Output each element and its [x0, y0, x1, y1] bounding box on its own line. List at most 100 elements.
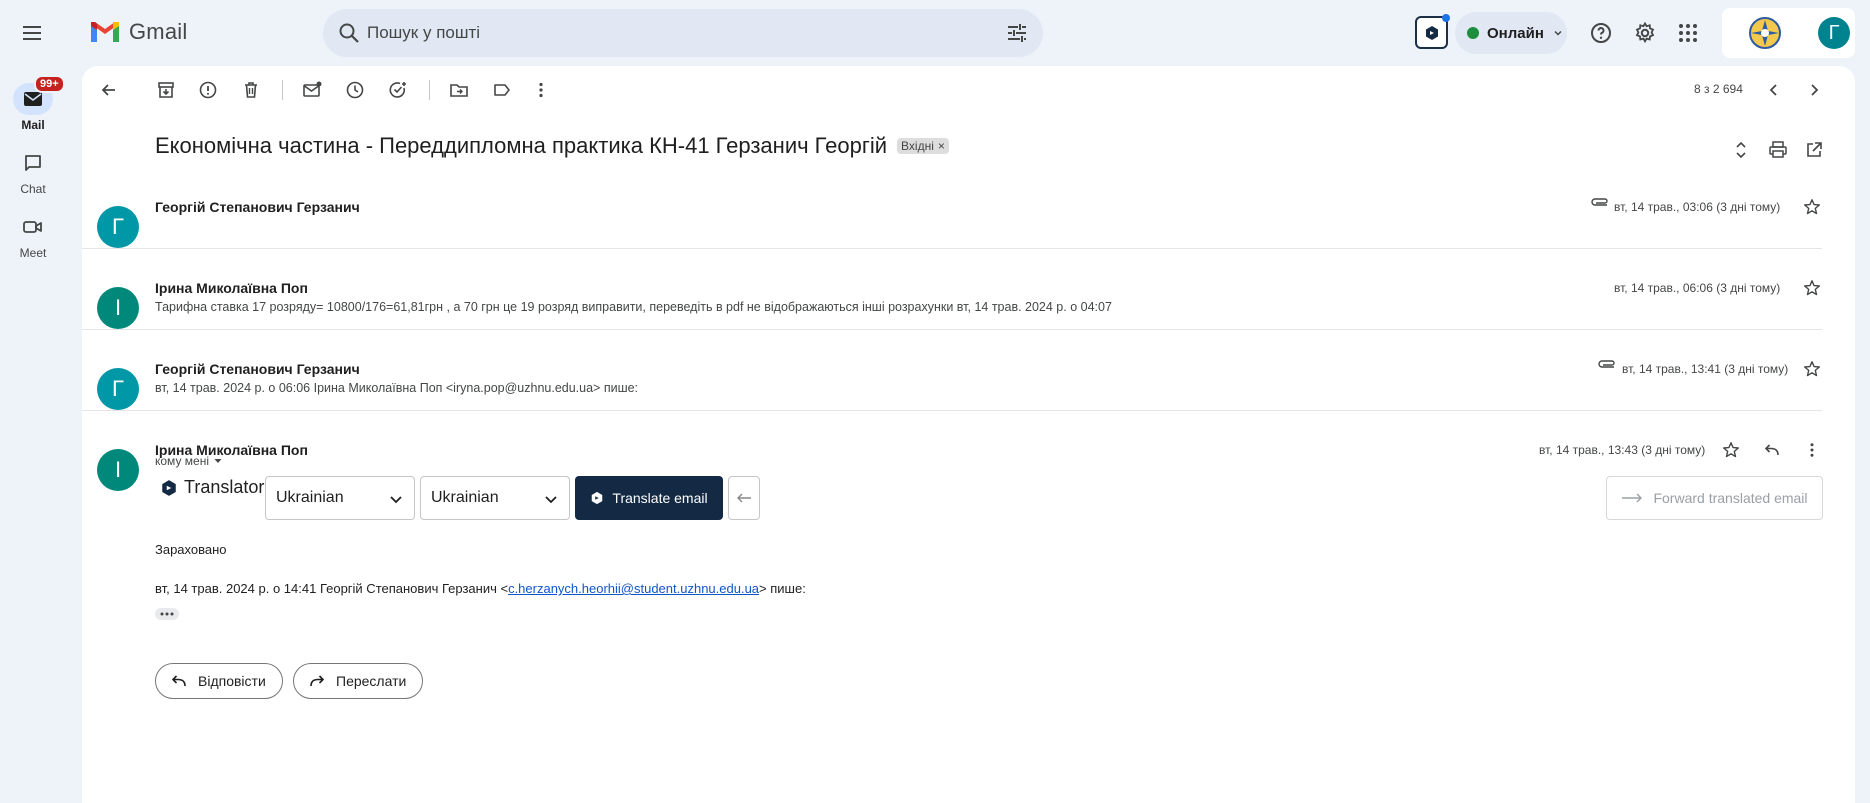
- show-trimmed-content-button[interactable]: [155, 608, 179, 620]
- newer-button[interactable]: [1758, 74, 1790, 106]
- message-more-button[interactable]: [1800, 438, 1824, 462]
- labels-button[interactable]: [486, 74, 518, 106]
- chat-icon: [25, 155, 41, 171]
- notification-dot: [1442, 14, 1450, 22]
- toolbar-divider: [429, 80, 430, 100]
- forward-translated-email-button[interactable]: Forward translated email: [1606, 476, 1823, 520]
- translator-hex-icon: [592, 491, 603, 505]
- trash-icon: [245, 82, 257, 98]
- attachment-icon: [1598, 360, 1615, 368]
- star-button[interactable]: [1800, 195, 1824, 219]
- reply-icon: [1764, 444, 1779, 456]
- clock-icon: [346, 81, 364, 99]
- top-bar: Gmail Онлайн Г: [0, 0, 1870, 66]
- message-divider: [82, 410, 1822, 411]
- university-logo: [1749, 17, 1781, 49]
- message-collapsed[interactable]: Г Георгій Степанович Герзанич вт, 14 тра…: [82, 346, 1855, 426]
- mark-unread-icon: [303, 81, 322, 97]
- message-date: вт, 14 трав., 13:43 (3 дні тому): [1539, 443, 1706, 457]
- reply-button[interactable]: Відповісти: [155, 663, 283, 699]
- back-to-inbox-button[interactable]: [93, 74, 125, 106]
- chevron-down-icon: [545, 496, 557, 504]
- add-to-tasks-button[interactable]: [382, 74, 414, 106]
- report-spam-button[interactable]: [192, 74, 224, 106]
- message-collapsed[interactable]: І Ірина Миколаївна Поп Тарифна ставка 17…: [82, 266, 1855, 346]
- print-all-button[interactable]: [1764, 136, 1792, 164]
- older-button[interactable]: [1798, 74, 1830, 106]
- rail-item-mail[interactable]: 99+ Mail: [0, 75, 66, 132]
- archive-icon: [158, 82, 174, 98]
- inbox-label-chip[interactable]: Вхідні ×: [897, 138, 949, 154]
- message-collapsed[interactable]: Г Георгій Степанович Герзанич вт, 14 тра…: [82, 186, 1855, 266]
- quoted-header: вт, 14 трав. 2024 р. о 14:41 Георгій Сте…: [155, 581, 806, 596]
- revert-translation-button[interactable]: [728, 476, 760, 520]
- video-camera-icon: [23, 221, 42, 233]
- status-dropdown[interactable]: Онлайн: [1455, 12, 1567, 54]
- forward-translated-label: Forward translated email: [1653, 490, 1808, 506]
- search-bar: [323, 9, 1043, 57]
- reply-icon-button[interactable]: [1760, 438, 1784, 462]
- settings-button[interactable]: [1629, 17, 1661, 49]
- thread-subject: Економічна частина - Переддипломна практ…: [155, 133, 888, 158]
- help-icon: [1591, 23, 1611, 43]
- recipient-details-toggle[interactable]: кому мені: [155, 454, 223, 468]
- sender-avatar: І: [97, 449, 139, 491]
- move-folder-icon: [450, 84, 468, 97]
- label-icon: [494, 84, 510, 96]
- move-to-button[interactable]: [443, 74, 475, 106]
- star-button[interactable]: [1800, 276, 1824, 300]
- sender-email-link[interactable]: c.herzanych.heorhii@student.uzhnu.edu.ua: [508, 581, 759, 596]
- delete-button[interactable]: [235, 74, 267, 106]
- rail-item-meet[interactable]: Meet: [0, 211, 66, 260]
- more-actions-button[interactable]: [525, 74, 557, 106]
- sender-name: Георгій Степанович Герзанич: [155, 199, 360, 215]
- forward-icon: [310, 675, 325, 687]
- translate-email-button[interactable]: Translate email: [575, 476, 723, 520]
- chat-pill: [13, 147, 53, 179]
- snooze-button[interactable]: [339, 74, 371, 106]
- forward-button[interactable]: Переслати: [293, 663, 424, 699]
- message-body: Зараховано: [155, 542, 227, 557]
- chevron-down-icon: [390, 496, 402, 504]
- search-icon[interactable]: [337, 21, 361, 45]
- toolbar-divider: [282, 80, 283, 100]
- quote-suffix: > пише:: [759, 581, 806, 596]
- remove-label-icon[interactable]: ×: [938, 139, 945, 153]
- open-new-window-button[interactable]: [1800, 136, 1828, 164]
- account-switcher[interactable]: Г: [1722, 8, 1855, 58]
- help-button[interactable]: [1585, 17, 1617, 49]
- pagination-text: 8 з 2 694: [1694, 82, 1743, 96]
- message-date: вт, 14 трав., 13:41 (3 дні тому): [1622, 362, 1789, 376]
- source-language-select[interactable]: Ukrainian: [265, 476, 415, 520]
- message-view: 8 з 2 694 Економічна частина - Переддипл…: [82, 66, 1855, 803]
- gmail-m-icon: [91, 22, 119, 42]
- archive-button[interactable]: [150, 74, 182, 106]
- source-language-value: Ukrainian: [276, 489, 344, 506]
- search-input[interactable]: [367, 9, 967, 57]
- app-rail: 99+ Mail Chat Meet: [0, 66, 66, 803]
- message-snippet: Тарифна ставка 17 розряду= 10800/176=61,…: [155, 300, 1112, 314]
- message-date: вт, 14 трав., 06:06 (3 дні тому): [1614, 281, 1781, 295]
- main-menu-button[interactable]: [16, 17, 48, 49]
- translate-email-label: Translate email: [612, 490, 708, 506]
- sender-avatar: Г: [97, 368, 139, 410]
- star-button[interactable]: [1800, 357, 1824, 381]
- rail-label-meet: Meet: [19, 246, 47, 260]
- message-snippet: вт, 14 трав. 2024 р. о 06:06 Ірина Микол…: [155, 381, 639, 395]
- arrow-right-icon: [1622, 493, 1643, 503]
- translator-extension-button[interactable]: [1415, 14, 1450, 49]
- search-options-icon[interactable]: [1005, 21, 1029, 45]
- translator-hex-icon: [162, 479, 176, 496]
- expand-all-button[interactable]: [1727, 136, 1755, 164]
- rail-item-chat[interactable]: Chat: [0, 147, 66, 196]
- dropdown-arrow-icon: [214, 459, 222, 463]
- hamburger-icon: [23, 26, 41, 40]
- star-button[interactable]: [1719, 438, 1743, 462]
- sender-avatar: І: [97, 287, 139, 329]
- chevron-left-icon: [1769, 84, 1777, 96]
- target-language-select[interactable]: Ukrainian: [420, 476, 570, 520]
- status-label: Онлайн: [1487, 24, 1544, 42]
- gmail-logo[interactable]: Gmail: [89, 19, 187, 45]
- mark-unread-button[interactable]: [296, 74, 328, 106]
- apps-button[interactable]: [1672, 17, 1704, 49]
